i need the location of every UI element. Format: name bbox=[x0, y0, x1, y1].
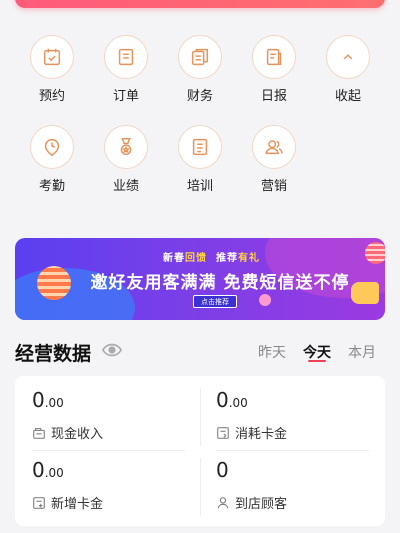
stat-label-text: 到店顾客 bbox=[235, 497, 288, 512]
menu-label: 培训 bbox=[186, 179, 213, 194]
stat-value-int: 0 bbox=[216, 388, 229, 412]
divider bbox=[32, 450, 185, 451]
banner-subtitle: 新春回馈 推荐有礼 bbox=[163, 249, 260, 264]
banner-headline: 邀好友用客满满 免费短信送不停 bbox=[90, 273, 350, 293]
banner-cta-button[interactable]: 点击推荐 bbox=[193, 295, 237, 308]
stat-cash-income[interactable]: 0.00 现金收入 bbox=[32, 388, 202, 448]
banner-subtitle-part: 新春 bbox=[163, 253, 185, 264]
menu-label: 收起 bbox=[334, 89, 361, 104]
cash-register-icon bbox=[33, 427, 45, 439]
stat-label-text: 现金收入 bbox=[51, 427, 104, 442]
menu-item-finance[interactable]: 财务 bbox=[170, 35, 230, 105]
active-tab-indicator bbox=[308, 360, 326, 362]
stat-value-int: 0 bbox=[32, 458, 45, 482]
customer-icon bbox=[217, 496, 229, 508]
clock-pin-icon bbox=[30, 125, 74, 169]
card-consume-icon bbox=[217, 426, 229, 439]
top-header-bar bbox=[15, 0, 385, 8]
menu-label: 业绩 bbox=[112, 179, 139, 194]
menu-label: 财务 bbox=[186, 89, 213, 104]
stat-value-dec: .00 bbox=[228, 396, 248, 410]
menu-item-attendance[interactable]: 考勤 bbox=[22, 125, 82, 195]
stat-label: 到店顾客 bbox=[216, 493, 386, 512]
banner-subtitle-part: 有礼 bbox=[237, 253, 260, 264]
menu-label: 考勤 bbox=[38, 179, 65, 194]
stat-label: 现金收入 bbox=[32, 423, 202, 442]
daily-report-icon bbox=[252, 35, 296, 79]
eye-icon[interactable] bbox=[101, 342, 123, 358]
card-add-icon bbox=[33, 496, 45, 509]
tab-yesterday[interactable]: 昨天 bbox=[258, 342, 286, 362]
people-icon bbox=[252, 125, 296, 169]
stat-card-consumption[interactable]: 0.00 消耗卡金 bbox=[216, 388, 386, 448]
striped-ball-icon bbox=[37, 266, 71, 300]
divider bbox=[216, 450, 369, 451]
menu-item-performance[interactable]: 业绩 bbox=[96, 125, 156, 195]
menu-label: 营销 bbox=[260, 179, 287, 194]
training-doc-icon bbox=[178, 125, 222, 169]
order-doc-icon bbox=[104, 35, 148, 79]
stat-label-text: 消耗卡金 bbox=[235, 427, 288, 442]
menu-item-daily-report[interactable]: 日报 bbox=[244, 35, 304, 105]
stat-value-int: 0 bbox=[32, 388, 45, 412]
menu-label: 订单 bbox=[112, 89, 139, 104]
stat-store-visitors[interactable]: 0 到店顾客 bbox=[216, 458, 386, 518]
calendar-check-icon bbox=[30, 35, 74, 79]
medal-icon bbox=[104, 125, 148, 169]
finance-icon bbox=[178, 35, 222, 79]
chevron-up-icon bbox=[326, 35, 370, 79]
section-title: 经营数据 bbox=[15, 343, 92, 365]
menu-item-booking[interactable]: 预约 bbox=[22, 35, 82, 105]
business-data-header: 经营数据 昨天 今天 本月 bbox=[15, 337, 385, 365]
banner-decoration bbox=[259, 294, 271, 306]
menu-item-collapse[interactable]: 收起 bbox=[318, 35, 378, 105]
stat-label: 新增卡金 bbox=[32, 493, 202, 512]
menu-label: 预约 bbox=[38, 89, 65, 104]
stat-value-int: 0 bbox=[216, 458, 229, 482]
stat-value: 0.00 bbox=[216, 388, 386, 415]
banner-subtitle-part: 推荐 bbox=[215, 253, 238, 264]
menu-item-marketing[interactable]: 营销 bbox=[244, 125, 304, 195]
tab-this-month[interactable]: 本月 bbox=[348, 342, 376, 362]
stat-value: 0.00 bbox=[32, 388, 202, 415]
menu-item-orders[interactable]: 订单 bbox=[96, 35, 156, 105]
stat-value-dec: .00 bbox=[44, 396, 64, 410]
menu-label: 日报 bbox=[260, 89, 287, 104]
banner-subtitle-part: 回馈 bbox=[185, 253, 207, 264]
stat-label-text: 新增卡金 bbox=[51, 497, 104, 512]
business-data-card: 0.00 现金收入 0.00 消耗卡金 0.00 新增卡金 0 到店顾客 bbox=[15, 376, 385, 526]
stat-value-dec: .00 bbox=[44, 466, 64, 480]
stat-value: 0 bbox=[216, 458, 386, 485]
tab-today[interactable]: 今天 bbox=[303, 342, 331, 362]
promo-banner[interactable]: 新春回馈 推荐有礼 邀好友用客满满 免费短信送不停 点击推荐 bbox=[15, 238, 385, 320]
stat-value: 0.00 bbox=[32, 458, 202, 485]
stat-new-card[interactable]: 0.00 新增卡金 bbox=[32, 458, 202, 518]
menu-item-training[interactable]: 培训 bbox=[170, 125, 230, 195]
striped-ball-icon bbox=[365, 242, 385, 264]
stat-label: 消耗卡金 bbox=[216, 423, 386, 442]
